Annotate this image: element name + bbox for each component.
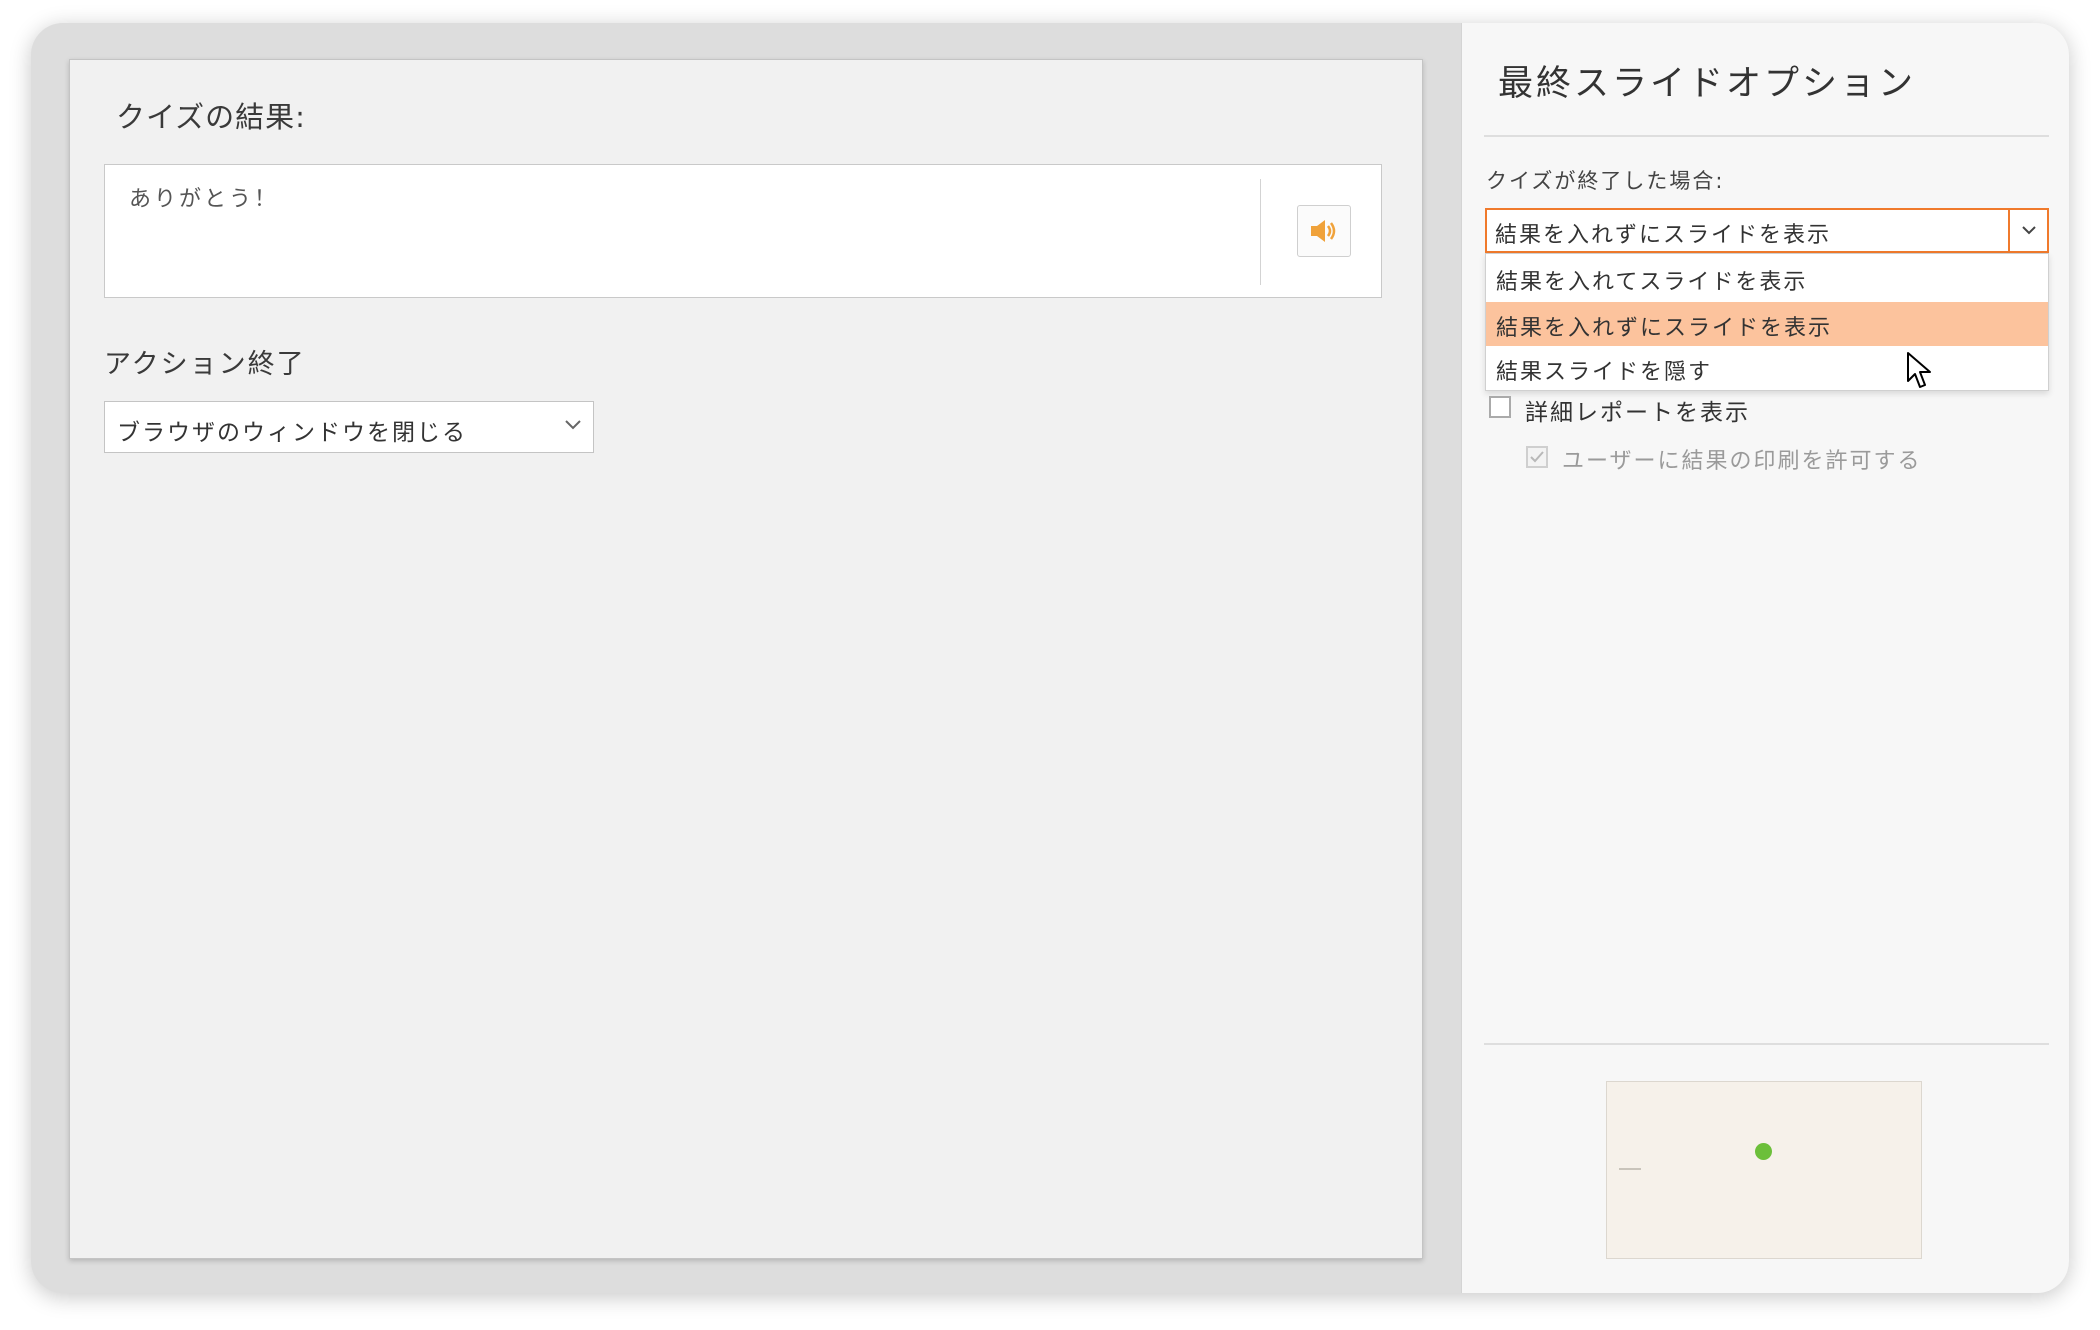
detail-report-label[interactable]: 詳細レポートを表示	[1525, 393, 1750, 427]
quiz-ended-label: クイズが終了した場合:	[1486, 169, 1725, 193]
check-circle-icon	[1755, 1143, 1772, 1160]
checkmark-icon	[1530, 451, 1544, 463]
allow-print-label: ユーザーに結果の印刷を許可する	[1562, 449, 1922, 474]
divider	[1484, 1043, 2049, 1045]
result-message-box[interactable]: ありがとう！	[104, 164, 1382, 298]
allow-print-checkbox[interactable]	[1526, 446, 1548, 468]
quiz-result-title[interactable]: クイズの結果:	[116, 94, 306, 136]
end-action-label: アクション終了	[104, 349, 306, 380]
dropdown-toggle[interactable]	[2008, 210, 2047, 251]
slide-thumbnail[interactable]	[1606, 1081, 1922, 1259]
dropdown-option-hide-result-slide[interactable]: 結果スライドを隠す	[1486, 346, 2048, 390]
quiz-ended-dropdown-list: 結果を入れてスライドを表示 結果を入れずにスライドを表示 結果スライドを隠す	[1485, 253, 2049, 391]
detail-report-checkbox[interactable]	[1489, 396, 1511, 418]
speaker-icon	[1311, 220, 1336, 242]
quiz-ended-select[interactable]: 結果を入れずにスライドを表示	[1485, 208, 2049, 253]
result-message-text[interactable]: ありがとう！	[129, 181, 279, 213]
end-action-select-value: ブラウザのウィンドウを閉じる	[117, 420, 467, 446]
thumbnail-text	[1619, 1168, 1641, 1170]
dropdown-option-show-with-results[interactable]: 結果を入れてスライドを表示	[1486, 256, 2048, 300]
audio-button[interactable]	[1297, 205, 1351, 257]
dropdown-option-show-without-results[interactable]: 結果を入れずにスライドを表示	[1486, 302, 2048, 346]
divider	[1484, 135, 2049, 137]
divider	[1260, 179, 1261, 285]
slide-canvas: クイズの結果: ありがとう！ アクション終了 ブラウザのウィンドウを閉じる	[69, 59, 1423, 1259]
end-action-select[interactable]: ブラウザのウィンドウを閉じる	[104, 401, 594, 453]
quiz-ended-select-value: 結果を入れずにスライドを表示	[1495, 223, 1832, 248]
chevron-down-icon	[2021, 226, 2036, 235]
mouse-cursor-icon	[1907, 352, 1931, 388]
chevron-down-icon	[565, 420, 581, 430]
app-window: クイズの結果: ありがとう！ アクション終了 ブラウザのウィンドウを閉じる 最終…	[31, 23, 2069, 1293]
panel-title: 最終スライドオプション	[1498, 64, 1917, 104]
